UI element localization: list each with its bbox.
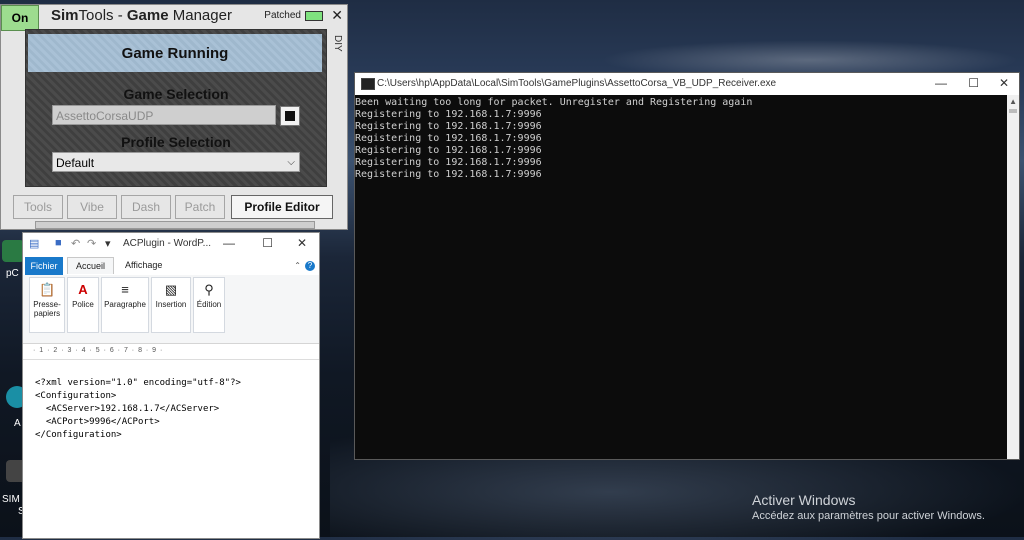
ribbon-tabs: Fichier Accueil Affichage bbox=[23, 257, 319, 275]
on-toggle-button[interactable]: On bbox=[1, 5, 39, 31]
document-body[interactable]: <?xml version="1.0" encoding="utf-8"?> <… bbox=[35, 377, 241, 442]
console-line: Registering to 192.168.1.7:9996 bbox=[355, 145, 542, 156]
vertical-scrollbar[interactable] bbox=[1007, 95, 1019, 459]
tab-tools[interactable]: Tools bbox=[13, 195, 63, 219]
activation-title: Activer Windows bbox=[752, 492, 856, 508]
tab-profile-editor[interactable]: Profile Editor bbox=[231, 195, 333, 219]
tab-affichage[interactable]: Affichage bbox=[117, 257, 170, 273]
title-tools: Tools - bbox=[78, 7, 127, 24]
title-sim: Sim bbox=[51, 7, 79, 24]
diy-tab[interactable]: DIY bbox=[331, 35, 343, 52]
ribbon: 📋 Presse- papiers A Police ≡ Paragraphe … bbox=[23, 275, 319, 344]
horizontal-scrollbar[interactable] bbox=[35, 221, 315, 229]
editing-label: Édition bbox=[196, 300, 222, 309]
console-icon bbox=[361, 78, 375, 90]
maximize-icon[interactable]: ☐ bbox=[968, 76, 979, 90]
chevron-down-icon: ⌵ bbox=[287, 157, 295, 168]
minimize-icon[interactable]: — bbox=[935, 76, 947, 90]
scrollbar-thumb[interactable] bbox=[1009, 109, 1017, 113]
save-icon[interactable]: ■ bbox=[55, 237, 62, 249]
console-line: Registering to 192.168.1.7:9996 bbox=[355, 121, 542, 132]
console-title: C:\Users\hp\AppData\Local\SimTools\GameP… bbox=[377, 78, 777, 89]
wordpad-app-icon: ▤ bbox=[29, 238, 40, 250]
console-titlebar[interactable]: C:\Users\hp\AppData\Local\SimTools\GameP… bbox=[355, 73, 1019, 95]
console-line: Registering to 192.168.1.7:9996 bbox=[355, 157, 542, 168]
tab-patch[interactable]: Patch bbox=[175, 195, 225, 219]
game-selection-label: Game Selection bbox=[123, 86, 229, 102]
clipboard-group[interactable]: 📋 Presse- papiers bbox=[29, 277, 65, 333]
patched-indicator bbox=[305, 11, 323, 21]
clipboard-icon: 📋 bbox=[39, 282, 56, 297]
stop-game-button[interactable] bbox=[280, 106, 300, 126]
tab-accueil[interactable]: Accueil bbox=[67, 257, 115, 274]
activation-subtitle: Accédez aux paramètres pour activer Wind… bbox=[752, 510, 985, 522]
paragraph-label: Paragraphe bbox=[104, 300, 146, 309]
scroll-up-icon[interactable]: ▲ bbox=[1009, 97, 1017, 106]
desktop-icon-label: A bbox=[14, 418, 21, 429]
insert-group[interactable]: ▧ Insertion bbox=[151, 277, 191, 333]
insert-picture-icon: ▧ bbox=[164, 282, 178, 297]
undo-icon[interactable]: ↶ bbox=[71, 237, 80, 250]
customize-toolbar-icon[interactable]: ▾ bbox=[105, 237, 111, 250]
window-title: SimTools - Game Manager bbox=[51, 7, 232, 24]
editing-group[interactable]: ⚲ Édition bbox=[193, 277, 225, 333]
close-icon[interactable]: ✕ bbox=[297, 236, 307, 250]
game-selection-dropdown[interactable]: AssettoCorsaUDP bbox=[52, 105, 276, 125]
paragraph-group[interactable]: ≡ Paragraphe bbox=[101, 277, 149, 333]
console-line: Been waiting too long for packet. Unregi… bbox=[355, 97, 753, 108]
tab-vibe[interactable]: Vibe bbox=[67, 195, 117, 219]
profile-selection-dropdown[interactable]: Default ⌵ bbox=[52, 152, 300, 172]
desktop-icon-pc[interactable] bbox=[2, 240, 24, 262]
console-line: Registering to 192.168.1.7:9996 bbox=[355, 169, 542, 180]
tab-fichier[interactable]: Fichier bbox=[25, 257, 63, 275]
game-panel: Game Running Game Selection AssettoCorsa… bbox=[25, 29, 327, 187]
doc-line: <ACServer>192.168.1.7</ACServer> bbox=[35, 404, 220, 414]
font-icon: A bbox=[78, 282, 88, 297]
profile-selection-value: Default bbox=[56, 156, 95, 170]
console-line: Registering to 192.168.1.7:9996 bbox=[355, 109, 542, 120]
desktop-icon-label: pC bbox=[6, 268, 19, 279]
doc-line: </Configuration> bbox=[35, 430, 122, 440]
collapse-ribbon-icon[interactable]: ⌃ bbox=[294, 261, 301, 270]
close-icon[interactable]: ✕ bbox=[999, 76, 1009, 90]
help-icon[interactable]: ? bbox=[305, 261, 315, 271]
binoculars-icon: ⚲ bbox=[204, 282, 214, 297]
doc-line: <Configuration> bbox=[35, 391, 117, 401]
insert-label: Insertion bbox=[155, 300, 187, 309]
ruler-marks: · 1 · 2 · 3 · 4 · 5 · 6 · 7 · 8 · 9 · bbox=[33, 347, 164, 354]
maximize-icon[interactable]: ☐ bbox=[262, 236, 273, 250]
close-icon[interactable]: ✕ bbox=[331, 7, 343, 24]
redo-icon[interactable]: ↷ bbox=[87, 237, 96, 250]
wordpad-window: ▤ ■ ↶ ↷ ▾ ACPlugin - WordP... — ☐ ✕ Fich… bbox=[22, 232, 320, 539]
clipboard-label: Presse- papiers bbox=[33, 300, 61, 318]
game-selection-value: AssettoCorsaUDP bbox=[56, 109, 154, 123]
doc-line: <?xml version="1.0" encoding="utf-8"?> bbox=[35, 378, 241, 388]
wordpad-title: ACPlugin - WordP... bbox=[123, 238, 212, 249]
font-group[interactable]: A Police bbox=[67, 277, 99, 333]
activation-watermark: Activer Windows Accédez aux paramètres p… bbox=[752, 492, 985, 522]
minimize-icon[interactable]: — bbox=[223, 236, 235, 250]
patched-label: Patched bbox=[264, 10, 301, 21]
simtools-window: On SimTools - Game Manager Patched ✕ DIY… bbox=[0, 4, 348, 230]
font-label: Police bbox=[72, 300, 94, 309]
doc-line: <ACPort>9996</ACPort> bbox=[35, 417, 160, 427]
game-status: Game Running bbox=[28, 34, 322, 72]
console-window: C:\Users\hp\AppData\Local\SimTools\GameP… bbox=[354, 72, 1020, 460]
paragraph-icon: ≡ bbox=[121, 282, 129, 297]
ruler[interactable]: · 1 · 2 · 3 · 4 · 5 · 6 · 7 · 8 · 9 · bbox=[23, 345, 319, 360]
title-manager: Manager bbox=[168, 7, 232, 24]
tab-dash[interactable]: Dash bbox=[121, 195, 171, 219]
console-line: Registering to 192.168.1.7:9996 bbox=[355, 133, 542, 144]
wordpad-titlebar[interactable]: ▤ ■ ↶ ↷ ▾ ACPlugin - WordP... — ☐ ✕ bbox=[23, 233, 319, 255]
console-output: Been waiting too long for packet. Unregi… bbox=[355, 97, 1007, 181]
title-game: Game bbox=[126, 7, 169, 24]
profile-selection-label: Profile Selection bbox=[121, 134, 231, 150]
